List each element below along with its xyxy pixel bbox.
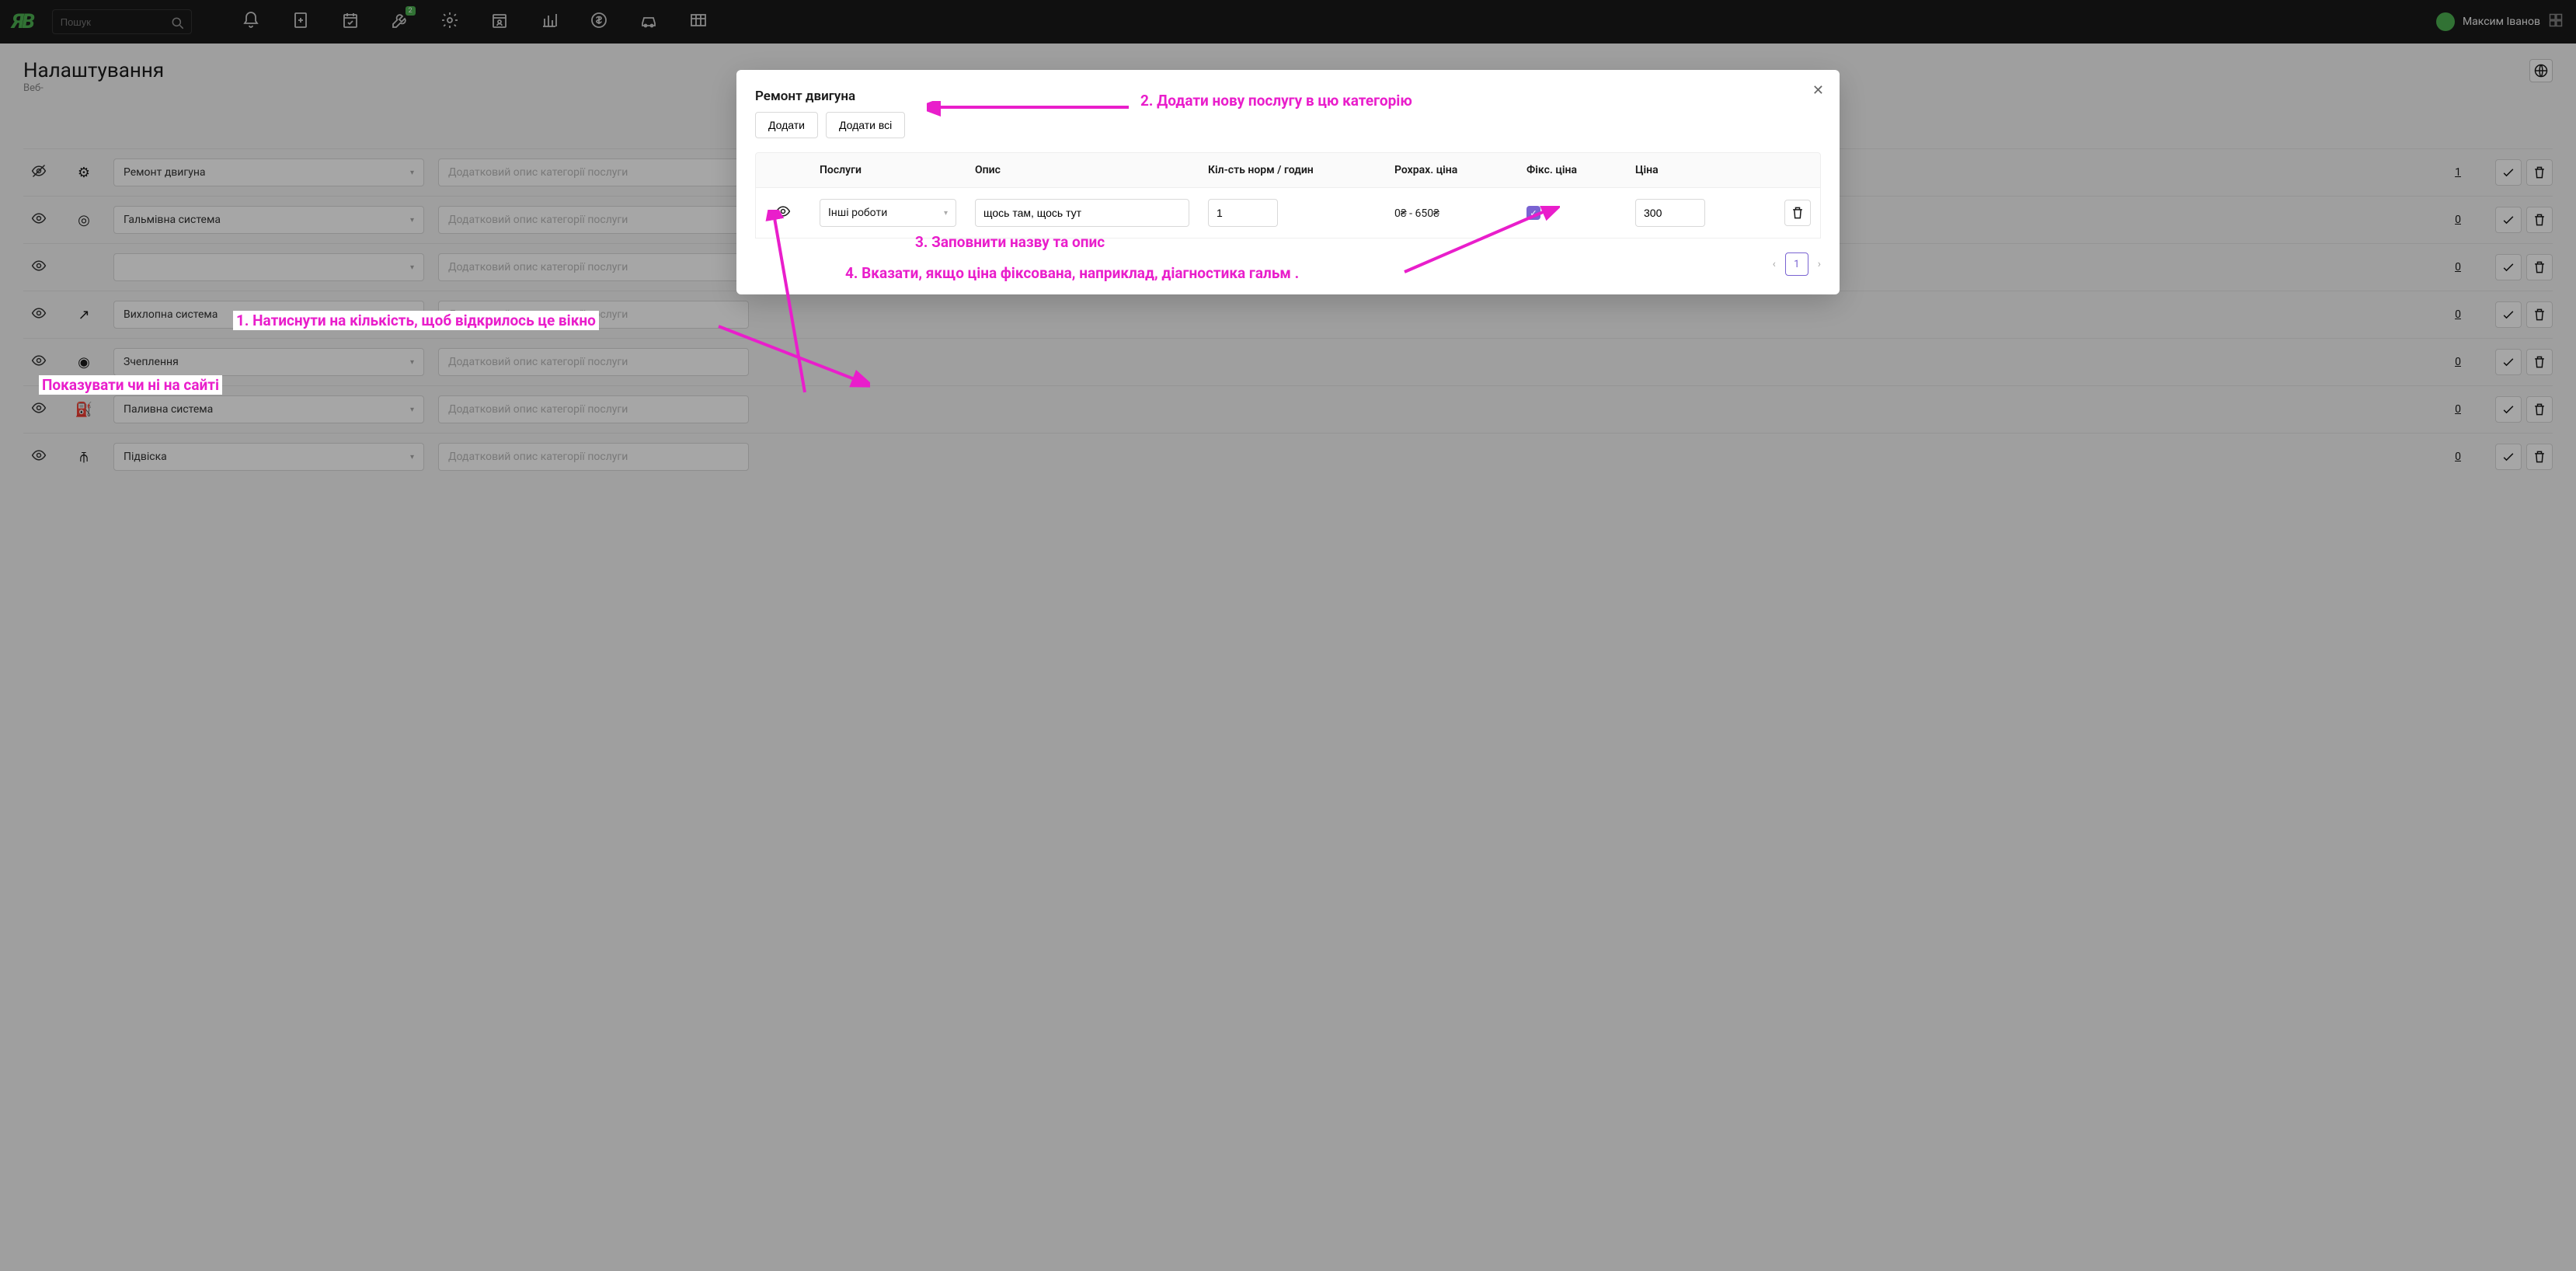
col-description: Опис	[966, 153, 1199, 187]
add-button[interactable]: Додати	[755, 112, 818, 138]
delete-button[interactable]	[1784, 200, 1811, 226]
hours-input[interactable]	[1208, 199, 1278, 227]
description-input[interactable]	[975, 199, 1189, 227]
fixed-price-checkbox[interactable]: ✓	[1526, 206, 1540, 220]
col-price: Ціна	[1626, 153, 1758, 187]
service-select[interactable]: Інші роботи▾	[820, 199, 956, 227]
service-modal: ✕ Ремонт двигуна Додати Додати всі Послу…	[736, 70, 1840, 294]
col-hours: Кіл-сть норм / годин	[1199, 153, 1385, 187]
chevron-down-icon: ▾	[944, 209, 948, 218]
eye-icon[interactable]	[775, 210, 791, 222]
modal-title: Ремонт двигуна	[755, 89, 1821, 104]
col-fixed-price: Фікс. ціна	[1517, 153, 1626, 187]
calc-price-value: 0₴ - 650₴	[1385, 196, 1517, 231]
col-services: Послуги	[810, 153, 966, 187]
add-all-button[interactable]: Додати всі	[826, 112, 905, 138]
page-number[interactable]: 1	[1785, 252, 1808, 276]
close-icon[interactable]: ✕	[1812, 82, 1824, 99]
modal-overlay: ✕ Ремонт двигуна Додати Додати всі Послу…	[0, 0, 2576, 1271]
table-row: Інші роботи▾ 0₴ - 650₴ ✓	[755, 188, 1821, 239]
page-next[interactable]: ›	[1818, 258, 1821, 270]
page-prev[interactable]: ‹	[1773, 258, 1776, 270]
price-input[interactable]	[1635, 199, 1705, 227]
col-calc-price: Рохрах. ціна	[1385, 153, 1517, 187]
table-header: Послуги Опис Кіл-сть норм / годин Рохрах…	[755, 152, 1821, 188]
pagination: ‹ 1 ›	[755, 252, 1821, 276]
